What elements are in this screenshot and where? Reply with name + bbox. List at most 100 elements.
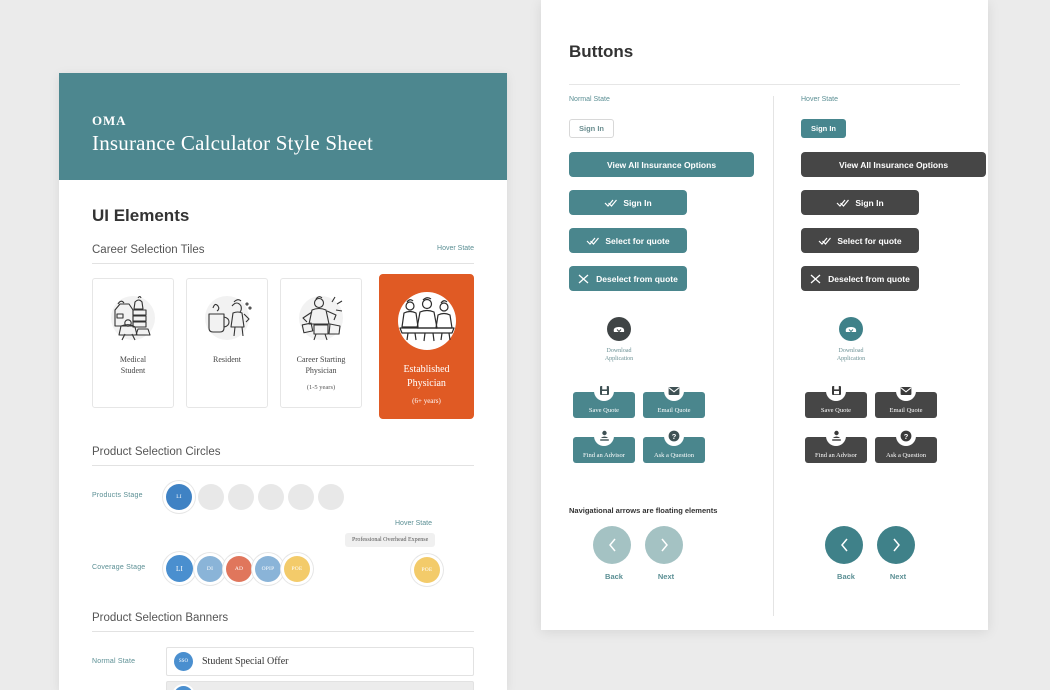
coverage-circle-poe-hover[interactable]: POE <box>414 557 440 583</box>
coverage-circle-di[interactable]: DI <box>197 556 223 582</box>
circle-code: OPIP <box>261 566 275 572</box>
medical-student-illustration <box>103 290 163 346</box>
coverage-stage-label: Coverage Stage <box>92 564 146 571</box>
coverage-tooltip: Professional Overhead Expense <box>345 533 436 547</box>
envelope-icon <box>664 380 684 401</box>
circle-code: LI <box>176 494 182 500</box>
banner-badge-opip: OPIP <box>174 686 193 690</box>
download-application-caption: Download Application <box>836 348 866 363</box>
email-quote-button[interactable]: Email Quote <box>643 380 705 418</box>
subsection-product-banners: Product Selection Banners <box>92 612 474 632</box>
next-nav-normal[interactable]: Next <box>645 525 687 581</box>
career-tile-career-starting-physician[interactable]: Career Starting Physician (1-5 years) <box>280 278 362 408</box>
download-cloud-icon <box>607 317 631 341</box>
career-tile-established-physician[interactable]: Established Physician (6+ years) <box>379 274 474 419</box>
banner-row-normal: Normal State SSO Student Special Offer <box>92 647 474 681</box>
deselect-from-quote-button-hover[interactable]: Deselect from quote <box>801 266 919 291</box>
products-stage-row: Products Stage LI Hover State <box>92 480 474 527</box>
quote-action-buttons-normal: Save Quote Email Quote Find an Advisor ?… <box>569 380 754 484</box>
view-all-insurance-options-button[interactable]: View All Insurance Options <box>569 152 754 177</box>
sign-in-outline-button[interactable]: Sign In <box>569 119 614 138</box>
chevron-right-icon <box>645 525 683 564</box>
deselect-from-quote-button[interactable]: Deselect from quote <box>569 266 687 291</box>
ask-a-question-button-hover[interactable]: ? Ask a Question <box>875 425 937 463</box>
style-sheet-card-right: Buttons Normal State Sign In View All In… <box>541 0 988 630</box>
button-label: Sign In <box>623 197 652 208</box>
double-check-icon <box>604 198 618 208</box>
download-application-button-hover[interactable]: Download Application <box>823 317 879 364</box>
career-tile-resident[interactable]: Resident <box>186 278 268 408</box>
buttons-section-title: Buttons <box>569 42 634 61</box>
career-tiles-hover-label: Hover State <box>437 245 474 252</box>
double-check-icon <box>836 198 850 208</box>
chevron-left-icon <box>825 525 863 564</box>
back-nav-hover[interactable]: Back <box>825 525 867 581</box>
button-label: Email Quote <box>889 406 923 414</box>
product-banner-opip[interactable]: OPIP OMA Priority Insurance Program Sele… <box>166 681 474 690</box>
hover-state-label: Hover State <box>801 96 838 103</box>
save-quote-button[interactable]: Save Quote <box>573 380 635 418</box>
product-circles-heading: Product Selection Circles <box>92 446 221 458</box>
double-check-icon <box>586 236 600 246</box>
nav-label: Back <box>605 571 623 581</box>
view-all-insurance-options-button-hover[interactable]: View All Insurance Options <box>801 152 986 177</box>
career-tile-medical-student[interactable]: Medical Student <box>92 278 174 408</box>
envelope-icon <box>896 380 916 401</box>
find-an-advisor-button-hover[interactable]: Find an Advisor <box>805 425 867 463</box>
established-physician-illustration <box>392 288 462 354</box>
save-quote-button-hover[interactable]: Save Quote <box>805 380 867 418</box>
save-disk-icon <box>826 380 846 401</box>
back-nav-normal[interactable]: Back <box>593 525 635 581</box>
coverage-circle-poe[interactable]: POE <box>284 556 310 582</box>
email-quote-button-hover[interactable]: Email Quote <box>875 380 937 418</box>
ask-a-question-button[interactable]: ? Ask a Question <box>643 425 705 463</box>
product-circle-empty-5[interactable] <box>318 484 344 510</box>
deselect-x-icon <box>578 274 590 284</box>
circle-code: POE <box>421 567 433 573</box>
product-circle-empty-4[interactable] <box>288 484 314 510</box>
product-circle-empty-1[interactable] <box>198 484 224 510</box>
resident-illustration <box>197 290 257 346</box>
coverage-circle-opip[interactable]: OPIP <box>255 556 281 582</box>
left-panel-header: OMA Insurance Calculator Style Sheet <box>59 73 507 180</box>
button-label: Find an Advisor <box>583 451 625 459</box>
product-circle-empty-2[interactable] <box>228 484 254 510</box>
button-label: View All Insurance Options <box>606 159 717 170</box>
select-for-quote-button[interactable]: Select for quote <box>569 228 687 253</box>
download-application-caption: Download Application <box>604 348 634 363</box>
save-disk-icon <box>594 380 614 401</box>
subsection-career-tiles: Career Selection Tiles Hover State <box>92 244 474 264</box>
career-tiles-row: Medical Student Resident Career Starting… <box>92 274 474 428</box>
product-banner-sso[interactable]: SSO Student Special Offer <box>166 647 474 676</box>
quote-action-buttons-hover: Save Quote Email Quote Find an Advisor ?… <box>801 380 986 484</box>
career-tile-label: Established Physician <box>403 364 450 389</box>
coverage-circle-li[interactable]: LI <box>166 555 193 582</box>
button-label: Email Quote <box>657 406 691 414</box>
sign-in-button-hover[interactable]: Sign In <box>801 190 919 215</box>
find-an-advisor-button[interactable]: Find an Advisor <box>573 425 635 463</box>
product-circle-empty-3[interactable] <box>258 484 284 510</box>
download-cloud-icon <box>839 317 863 341</box>
career-tile-years: (6+ years) <box>412 397 441 405</box>
button-label: Save Quote <box>588 406 620 414</box>
sign-in-solid-button[interactable]: Sign In <box>801 119 846 138</box>
sign-in-button[interactable]: Sign In <box>569 190 687 215</box>
select-for-quote-button-hover[interactable]: Select for quote <box>801 228 919 253</box>
button-label: Select for quote <box>605 235 670 246</box>
coverage-stage-row: Coverage Stage LI DI AD OPIP POE Profess… <box>92 533 474 598</box>
next-nav-hover[interactable]: Next <box>877 525 919 581</box>
download-application-button-normal[interactable]: Download Application <box>591 317 647 364</box>
coverage-circle-ad[interactable]: AD <box>226 556 252 582</box>
button-label: Select for quote <box>837 235 902 246</box>
column-separator <box>773 96 774 616</box>
circle-code: DI <box>206 566 214 572</box>
button-label: Ask a Question <box>653 451 695 459</box>
banner-row-active: Hover/Active State OPIP OMA Priority Ins… <box>92 681 474 690</box>
button-label: Find an Advisor <box>815 451 857 459</box>
banner-label: Student Special Offer <box>202 656 289 667</box>
product-circle-li[interactable]: LI <box>166 484 192 510</box>
svg-text:?: ? <box>904 432 909 441</box>
hover-state-column: Hover State Sign In View All Insurance O… <box>801 96 986 588</box>
button-label: Deselect from quote <box>828 273 910 284</box>
nav-arrows-hover: Back Next <box>801 525 986 588</box>
